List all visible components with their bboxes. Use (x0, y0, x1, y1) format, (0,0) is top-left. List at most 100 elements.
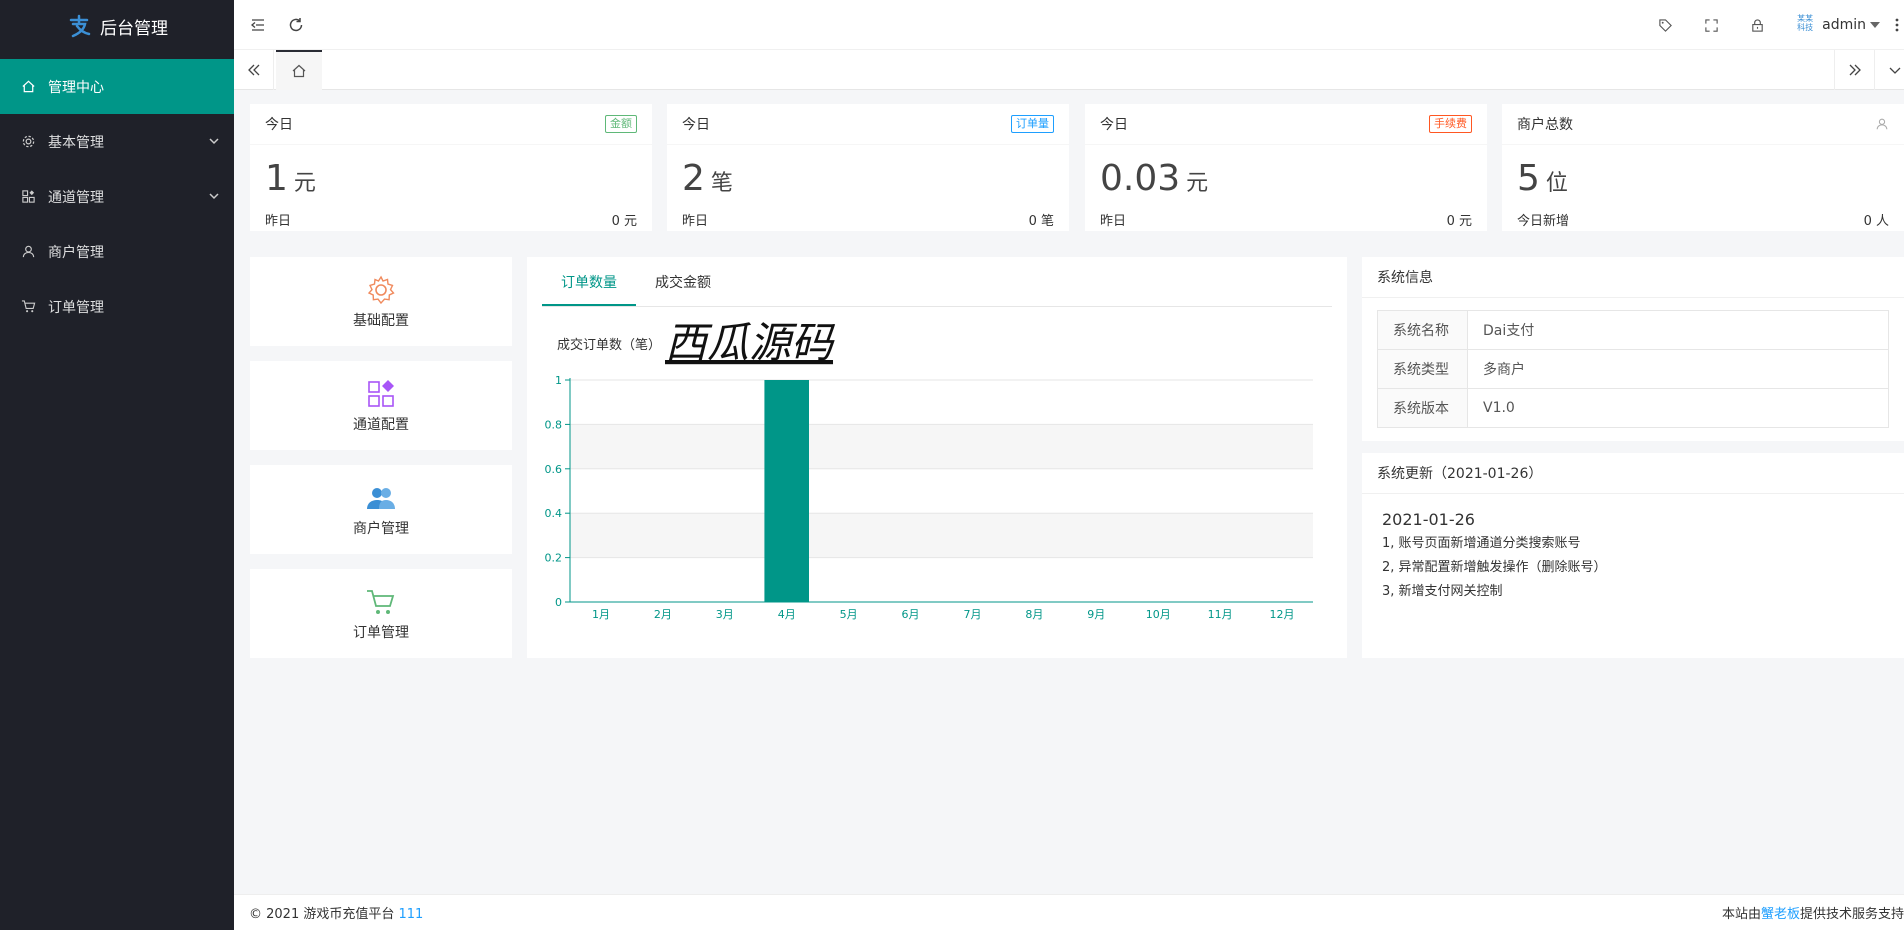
tab-home[interactable] (276, 50, 322, 90)
footer-link[interactable]: 111 (399, 907, 424, 922)
bar-chart: 成交订单数（笔） 西瓜源码00.20.40.60.811月 2月 3月 4月 5月 6月 7月… (545, 318, 1313, 621)
page-tabs-bar (234, 50, 1904, 90)
fullscreen-icon (1704, 18, 1718, 32)
main-content: 今日 金额 1元 昨日 0 元 今日 订单量 2笔 昨日 0 笔 今日 手续费 0.03 元… (234, 90, 1904, 894)
system-info-card: 系统信息 系统名称 Dai支付 系统类型 多商户 系统版本 V1.0 (1362, 257, 1904, 441)
x-tick-label: 5月 (840, 608, 858, 621)
lock-screen-button[interactable] (1734, 0, 1780, 50)
home-icon (20, 79, 36, 95)
tab-deal-amount[interactable]: 成交金额 (636, 266, 730, 306)
stat-unit: 元 (1186, 171, 1209, 196)
tabs-scroll-left-button[interactable] (234, 50, 274, 90)
chart-tabs: 订单数量 成交金额 (542, 257, 1332, 307)
y-tick-label: 0.8 (545, 418, 563, 431)
refresh-button[interactable] (272, 0, 320, 50)
footer-right: 本站由蟹老板提供技术服务支持 (1722, 903, 1904, 922)
sidebar-item-dashboard[interactable]: 管理中心 (0, 59, 234, 114)
stat-card-orders: 今日 订单量 2笔 昨日 0 笔 (667, 104, 1069, 231)
theme-button[interactable] (1642, 0, 1688, 50)
tag-icon (1658, 18, 1672, 32)
stat-foot-value: 0 笔 (1028, 214, 1054, 229)
stat-foot-label: 今日新增 (1517, 214, 1570, 229)
tabs-scroll-right-button[interactable] (1834, 50, 1874, 90)
lock-icon (1751, 18, 1763, 32)
x-tick-label: 12月 (1270, 608, 1295, 621)
logo[interactable]: 后台管理 (0, 0, 234, 52)
sidebar-item-order[interactable]: 订单管理 (0, 279, 234, 334)
stat-head: 今日 (1100, 117, 1128, 133)
shortcut-label: 订单管理 (353, 624, 409, 641)
stat-unit: 位 (1545, 171, 1568, 196)
chevron-down-icon (1889, 67, 1900, 74)
stat-card-merchants: 商户总数 5位 今日新增 0 人 (1502, 104, 1904, 231)
copyright-text: © 2021 游戏币充值平台 (249, 907, 395, 922)
system-info-table: 系统名称 Dai支付 系统类型 多商户 系统版本 V1.0 (1377, 310, 1889, 428)
sidebar-item-label: 管理中心 (48, 79, 104, 96)
sidebar-item-basic[interactable]: 基本管理 (0, 114, 234, 169)
x-tick-label: 4月 (778, 608, 796, 621)
caret-down-icon (1870, 22, 1880, 28)
tab-order-count[interactable]: 订单数量 (542, 266, 636, 306)
update-line: 2, 异常配置新增触发操作（删除账号） (1382, 560, 1607, 575)
info-value: 多商户 (1467, 349, 1889, 389)
chevron-down-icon (209, 193, 219, 200)
y-tick-label: 1 (555, 374, 562, 387)
sidebar-item-label: 通道管理 (48, 189, 104, 206)
footer-left: © 2021 游戏币充值平台 111 (249, 903, 423, 922)
stat-foot-value: 0 元 (611, 214, 637, 229)
shortcut-merchant-manage[interactable]: 商户管理 (250, 465, 512, 554)
double-chevron-left-icon (247, 64, 259, 76)
stat-card-fee: 今日 手续费 0.03 元 昨日 0 元 (1085, 104, 1487, 231)
x-tick-label: 6月 (902, 608, 920, 621)
info-value: Dai支付 (1467, 310, 1889, 350)
info-key: 系统名称 (1377, 310, 1468, 350)
stat-value: 5 (1517, 158, 1540, 199)
stat-unit: 笔 (710, 171, 733, 196)
stat-unit: 元 (293, 171, 316, 196)
sidebar-item-merchant[interactable]: 商户管理 (0, 224, 234, 279)
stat-foot-label: 昨日 (265, 214, 292, 229)
footer-text: 本站由 (1721, 907, 1761, 922)
shortcut-order-manage[interactable]: 订单管理 (250, 569, 512, 658)
stat-value: 1 (265, 158, 288, 199)
users-icon (367, 487, 395, 509)
stat-badge: 手续费 (1429, 115, 1472, 133)
stat-foot-value: 0 人 (1863, 214, 1889, 229)
provider-link[interactable]: 蟹老板 (1761, 907, 1800, 922)
sidebar-item-label: 基本管理 (48, 134, 104, 151)
table-row: 系统版本 V1.0 (1377, 388, 1889, 428)
y-tick-label: 0.4 (545, 507, 563, 520)
shortcut-channel-config[interactable]: 通道配置 (250, 361, 512, 450)
stat-badge: 订单量 (1011, 115, 1054, 133)
apps-icon (368, 379, 394, 407)
user-icon (1876, 118, 1888, 130)
chevron-down-icon (209, 138, 219, 145)
cart-icon (367, 589, 395, 614)
tabs-menu-button[interactable] (1874, 50, 1904, 90)
chart-card: 订单数量 成交金额 成交订单数（笔） 西瓜源码 0 0.2 0.4 0.6 0.8 1 1月 2月… (527, 257, 1347, 658)
info-key: 系统类型 (1377, 349, 1468, 389)
watermark-text: 西瓜源码 (665, 318, 836, 367)
cart-icon (20, 299, 36, 315)
stat-head: 今日 (265, 117, 293, 133)
footer-text: 提供技术服务支持 (1799, 907, 1904, 922)
user-menu[interactable]: 某某 科技 admin (1780, 14, 1890, 36)
shortcut-label: 商户管理 (353, 520, 409, 537)
sidebar-item-label: 商户管理 (48, 244, 104, 261)
more-button[interactable] (1890, 17, 1904, 33)
shortcut-basic-config[interactable]: 基础配置 (250, 257, 512, 346)
x-tick-label: 11月 (1208, 608, 1233, 621)
alipay-logo-icon (66, 13, 92, 39)
fullscreen-button[interactable] (1688, 0, 1734, 50)
gear-icon (367, 275, 395, 304)
user-icon (20, 244, 36, 260)
x-tick-label: 7月 (963, 608, 981, 621)
update-line: 1, 账号页面新增通道分类搜索账号 (1382, 536, 1581, 551)
stat-badge: 金额 (605, 115, 637, 133)
table-row: 系统类型 多商户 (1377, 349, 1889, 389)
sidebar-item-channel[interactable]: 通道管理 (0, 169, 234, 224)
stat-card-amount: 今日 金额 1元 昨日 0 元 (250, 104, 652, 231)
x-tick-label: 3月 (716, 608, 734, 621)
footer: © 2021 游戏币充值平台 111 本站由蟹老板提供技术服务支持 (234, 894, 1904, 930)
table-row: 系统名称 Dai支付 (1377, 310, 1889, 350)
